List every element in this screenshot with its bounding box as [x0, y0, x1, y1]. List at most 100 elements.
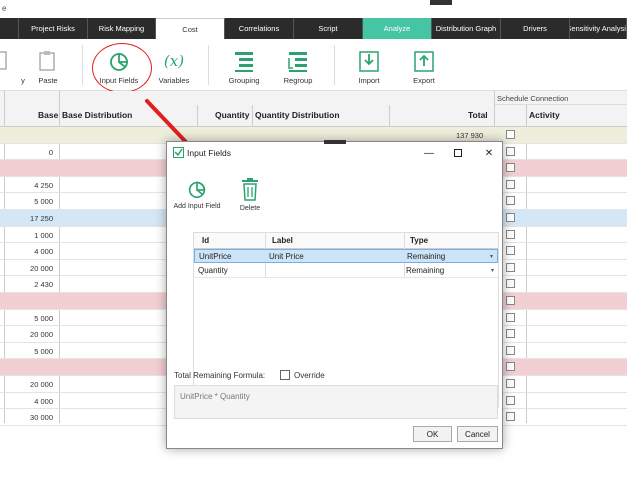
formula-textbox[interactable]: UnitPrice * Quantity — [174, 385, 498, 419]
schedule-connection-checkbox[interactable] — [506, 163, 515, 173]
maximize-icon — [454, 149, 462, 157]
grid-line — [197, 105, 198, 127]
field-type-cell[interactable]: Remaining — [407, 252, 445, 261]
schedule-connection-header: Schedule Connection — [494, 91, 627, 105]
base-cell: 5 000 — [34, 313, 53, 323]
base-cell: 2 430 — [34, 280, 53, 290]
base-cell: 17 250 — [30, 213, 53, 223]
tab-home[interactable] — [0, 18, 19, 39]
override-label: Override — [294, 370, 325, 380]
paste-icon — [39, 51, 55, 71]
schedule-connection-checkbox[interactable] — [506, 395, 515, 405]
import-label: Import — [358, 76, 380, 85]
schedule-connection-checkbox[interactable] — [506, 179, 515, 189]
schedule-connection-checkbox[interactable] — [506, 295, 515, 305]
minimize-button[interactable]: — — [419, 145, 439, 161]
column-header-base[interactable]: Base — [38, 110, 58, 120]
schedule-connection-checkbox[interactable] — [506, 130, 515, 139]
chevron-down-icon[interactable]: ▾ — [491, 267, 494, 274]
tab-cost[interactable]: Cost — [156, 18, 225, 39]
base-cell: 4 000 — [34, 247, 53, 257]
window-top-strip: e — [0, 0, 627, 18]
formula-label: Total Remaining Formula: — [174, 371, 266, 380]
ribbon-separator — [82, 45, 83, 85]
schedule-connection-checkbox[interactable] — [506, 345, 515, 355]
tab-correlations[interactable]: Correlations — [225, 18, 294, 39]
copy-icon — [0, 51, 7, 70]
schedule-connection-checkbox[interactable] — [506, 196, 515, 206]
grid-line — [252, 105, 253, 127]
trash-icon — [242, 178, 258, 201]
tab-risk-mapping[interactable]: Risk Mapping — [88, 18, 156, 39]
import-icon — [359, 51, 379, 72]
tab-script[interactable]: Script — [294, 18, 363, 39]
paste-button[interactable]: Paste — [18, 39, 78, 91]
field-type-cell[interactable]: Remaining — [406, 266, 444, 275]
delete-button[interactable]: Delete — [220, 178, 280, 212]
schedule-connection-checkbox[interactable] — [506, 246, 515, 256]
column-header-total[interactable]: Total — [468, 110, 488, 120]
schedule-connection-checkbox[interactable] — [506, 378, 515, 388]
grouping-label: Grouping — [228, 76, 260, 85]
base-cell: 20 000 — [30, 379, 53, 389]
tab-sensitivity-analysis[interactable]: Sensitivity Analysis — [570, 18, 627, 39]
dialog-title-bar[interactable]: Input Fields — ✕ — [167, 142, 502, 164]
regroup-button[interactable]: Regroup — [268, 39, 328, 91]
tab-project-risks[interactable]: Project Risks — [19, 18, 88, 39]
drag-handle[interactable] — [430, 0, 452, 5]
variables-button[interactable]: (x) Variables — [144, 39, 204, 91]
schedule-connection-checkbox[interactable] — [506, 312, 515, 322]
add-input-field-label: Add Input Field — [173, 203, 221, 210]
column-header-label[interactable]: Label — [272, 236, 293, 245]
tab-bar: Project Risks Risk Mapping Cost Correlation… — [0, 18, 627, 39]
schedule-connection-checkbox[interactable] — [506, 362, 515, 372]
column-header-activity[interactable]: Activity — [529, 110, 560, 120]
base-cell: 20 000 — [30, 330, 53, 340]
schedule-connection-checkbox[interactable] — [506, 146, 515, 156]
schedule-connection-checkbox[interactable] — [506, 279, 515, 289]
export-label: Export — [413, 76, 435, 85]
base-cell: 1 000 — [34, 230, 53, 240]
override-checkbox-box[interactable] — [280, 370, 290, 380]
grid-line — [389, 105, 390, 127]
pie-chart-icon — [188, 181, 206, 199]
column-header-id[interactable]: Id — [202, 236, 209, 245]
schedule-connection-checkbox[interactable] — [506, 212, 515, 222]
window-title-fragment: e — [2, 4, 7, 13]
tab-analyze[interactable]: Analyze — [363, 18, 432, 39]
base-cell: 30 000 — [30, 413, 53, 423]
schedule-connection-checkbox[interactable] — [506, 262, 515, 272]
minimize-icon: — — [424, 147, 434, 159]
base-cell: 5 000 — [34, 346, 53, 356]
schedule-connection-checkbox[interactable] — [506, 229, 515, 239]
tab-drivers[interactable]: Drivers — [501, 18, 570, 39]
function-icon: (x) — [163, 52, 185, 70]
list-item[interactable]: UnitPrice Unit Price Remaining ▾ — [194, 249, 498, 263]
ok-button[interactable]: OK — [413, 426, 452, 442]
cancel-button[interactable]: Cancel — [457, 426, 498, 442]
chevron-down-icon[interactable]: ▾ — [490, 253, 493, 260]
override-checkbox[interactable]: Override — [280, 370, 325, 380]
paste-label: Paste — [38, 76, 58, 85]
import-button[interactable]: Import — [339, 39, 399, 91]
column-header-type[interactable]: Type — [410, 236, 428, 245]
maximize-button[interactable] — [448, 145, 468, 161]
regroup-icon — [288, 52, 307, 72]
column-header-base-distribution[interactable]: Base Distribution — [62, 110, 132, 120]
close-button[interactable]: ✕ — [479, 145, 499, 161]
export-icon — [414, 51, 434, 72]
field-label-cell: Unit Price — [269, 252, 304, 261]
export-button[interactable]: Export — [394, 39, 454, 91]
add-input-field-button[interactable]: Add Input Field — [167, 178, 227, 210]
grouping-icon — [235, 52, 253, 72]
total-cell: 137 930 — [456, 131, 484, 140]
tab-distribution-graph[interactable]: Distribution Graph — [432, 18, 501, 39]
schedule-connection-checkbox[interactable] — [506, 329, 515, 339]
column-header-quantity-distribution[interactable]: Quantity Distribution — [255, 110, 340, 120]
base-cell: 4 250 — [34, 180, 53, 190]
column-header-quantity[interactable]: Quantity — [215, 110, 249, 120]
base-cell: 0 — [48, 147, 53, 157]
list-item[interactable]: Quantity Remaining ▾ — [194, 264, 498, 278]
grouping-button[interactable]: Grouping — [214, 39, 274, 91]
schedule-connection-checkbox[interactable] — [506, 412, 515, 422]
